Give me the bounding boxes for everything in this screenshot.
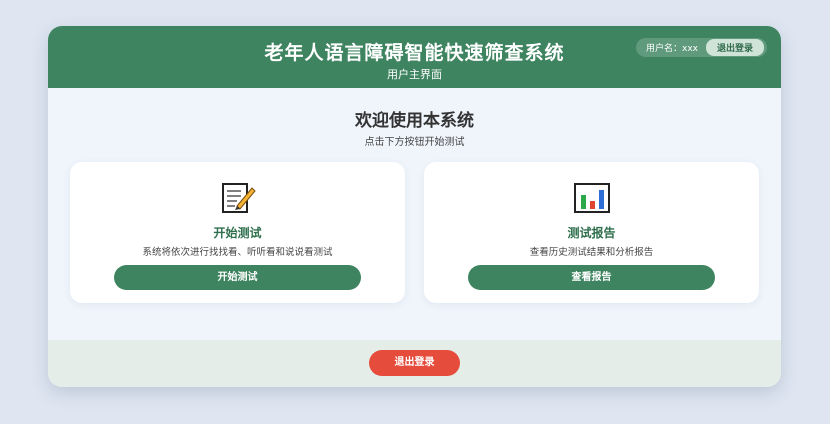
page-subtitle: 用户主界面 xyxy=(387,68,442,81)
start-test-button[interactable]: 开始测试 xyxy=(114,265,361,290)
welcome-heading: 欢迎使用本系统 xyxy=(355,111,474,131)
start-test-card: 开始测试 系统将依次进行找找看、听听看和说说看测试 开始测试 xyxy=(70,162,405,303)
memo-icon xyxy=(221,183,256,213)
main-content: 欢迎使用本系统 点击下方按钮开始测试 开始测试 系统将依次进行找找看、听听看和说… xyxy=(48,88,781,340)
footer-logout-button[interactable]: 退出登录 xyxy=(369,350,460,376)
header-logout-button[interactable]: 退出登录 xyxy=(705,39,764,56)
app-window: 老年人语言障碍智能快速筛查系统 用户主界面 用户名：xxx 退出登录 欢迎使用本… xyxy=(48,26,781,387)
start-test-description: 系统将依次进行找找看、听听看和说说看测试 xyxy=(142,247,333,258)
start-test-title: 开始测试 xyxy=(213,226,262,240)
instruction-text: 点击下方按钮开始测试 xyxy=(364,137,465,148)
test-report-card: 测试报告 查看历史测试结果和分析报告 查看报告 xyxy=(424,162,759,303)
test-report-title: 测试报告 xyxy=(567,226,616,240)
test-report-description: 查看历史测试结果和分析报告 xyxy=(529,247,654,258)
bar-chart-icon xyxy=(573,183,610,213)
view-report-button[interactable]: 查看报告 xyxy=(468,265,715,290)
username-label: 用户名：xxx xyxy=(646,44,698,54)
user-info: 用户名：xxx 退出登录 xyxy=(636,38,767,57)
header: 老年人语言障碍智能快速筛查系统 用户主界面 用户名：xxx 退出登录 xyxy=(48,26,781,88)
footer: 退出登录 xyxy=(48,340,781,387)
